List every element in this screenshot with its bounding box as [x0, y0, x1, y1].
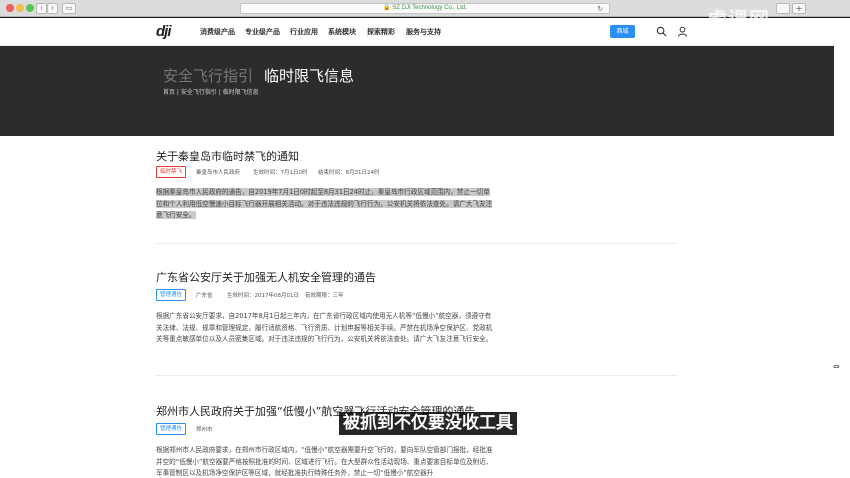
notice-divider	[156, 243, 678, 244]
notice-body-text: 根据秦皇岛市人民政府的通告，自2019年7月1日0时起至8月31日24时止，秦皇…	[156, 188, 493, 219]
address-bar[interactable]: 🔒 SZ DJI Technology Co., Ltd. ↻	[240, 3, 610, 14]
notice-divider	[156, 375, 678, 376]
nav-item-support[interactable]: 服务与支持	[406, 27, 441, 37]
nav-item-professional[interactable]: 专业级产品	[245, 27, 280, 37]
search-icon[interactable]	[656, 26, 667, 37]
breadcrumb[interactable]: 首页 | 安全飞行指引 | 临时限飞信息	[163, 87, 259, 96]
nav-item-explore[interactable]: 探索精彩	[367, 27, 395, 37]
store-button[interactable]: 商城	[610, 25, 635, 38]
notice-tag: 临时禁飞	[156, 166, 187, 178]
sidebar-toggle-icon[interactable]: ▭	[62, 3, 76, 14]
nav-item-consumer[interactable]: 消费级产品	[200, 27, 235, 37]
page-banner: 安全飞行指引 临时限飞信息 首页 | 安全飞行指引 | 临时限飞信息	[0, 46, 834, 136]
page-title: 临时限飞信息	[264, 67, 355, 85]
dji-logo[interactable]: dji	[156, 23, 171, 40]
nav-item-industry[interactable]: 行业应用	[290, 27, 318, 37]
notice-start-time: 生效时间：7月1日0时	[253, 170, 308, 176]
notice-body: 根据秦皇岛市人民政府的通告，自2019年7月1日0时起至8月31日24时止，秦皇…	[156, 187, 496, 222]
notice-tag: 管理通告	[156, 423, 187, 435]
page-viewport: dji 消费级产品 专业级产品 行业应用 系统模块 探索精彩 服务与支持 商城 …	[0, 18, 834, 478]
resize-cursor-icon: ⇔	[833, 362, 840, 371]
notice-body: 根据郑州市人民政府要求，在郑州市行政区域内，“低慢小”航空器需要升空飞行的，要向…	[156, 446, 493, 477]
reload-icon[interactable]: ↻	[597, 5, 603, 14]
share-icon[interactable]	[776, 3, 790, 14]
nav-item-modules[interactable]: 系统模块	[328, 27, 356, 37]
video-subtitle: 被抓到不仅要没收工具	[339, 412, 517, 435]
banner-parent-section[interactable]: 安全飞行指引	[163, 65, 253, 86]
back-button[interactable]: ‹	[36, 3, 47, 14]
new-tab-button[interactable]: +	[792, 3, 806, 14]
notice-source: 广东省	[196, 293, 213, 299]
notice-body: 根据广东省公安厅要求，自2017年8月1日起三年内，在广东省行政区域内使用无人机…	[156, 312, 493, 343]
page-scrollbar[interactable]	[834, 18, 850, 478]
notice-validity: 有效期限：三年	[305, 293, 344, 299]
notice-title[interactable]: 广东省公安厅关于加强无人机安全管理的通告	[156, 269, 376, 285]
notice-start-time: 生效时间：2017年08月01日	[227, 293, 299, 299]
user-icon[interactable]	[677, 26, 688, 37]
notice-tag: 管理通告	[156, 289, 187, 301]
address-bar-text: SZ DJI Technology Co., Ltd.	[392, 5, 467, 11]
forward-button[interactable]: ›	[47, 3, 58, 14]
notice-end-time: 结束时间：8月31日24时	[318, 170, 380, 176]
notice-source: 郑州市	[196, 427, 213, 433]
close-window-icon[interactable]	[6, 4, 14, 12]
maximize-window-icon[interactable]	[26, 4, 34, 12]
notice-title[interactable]: 关于秦皇岛市临时禁飞的通知	[156, 148, 299, 164]
minimize-window-icon[interactable]	[16, 4, 24, 12]
site-nav: dji 消费级产品 专业级产品 行业应用 系统模块 探索精彩 服务与支持 商城	[0, 18, 834, 46]
lock-icon: 🔒	[383, 5, 391, 11]
notice-source: 秦皇岛市人民政府	[196, 170, 241, 176]
